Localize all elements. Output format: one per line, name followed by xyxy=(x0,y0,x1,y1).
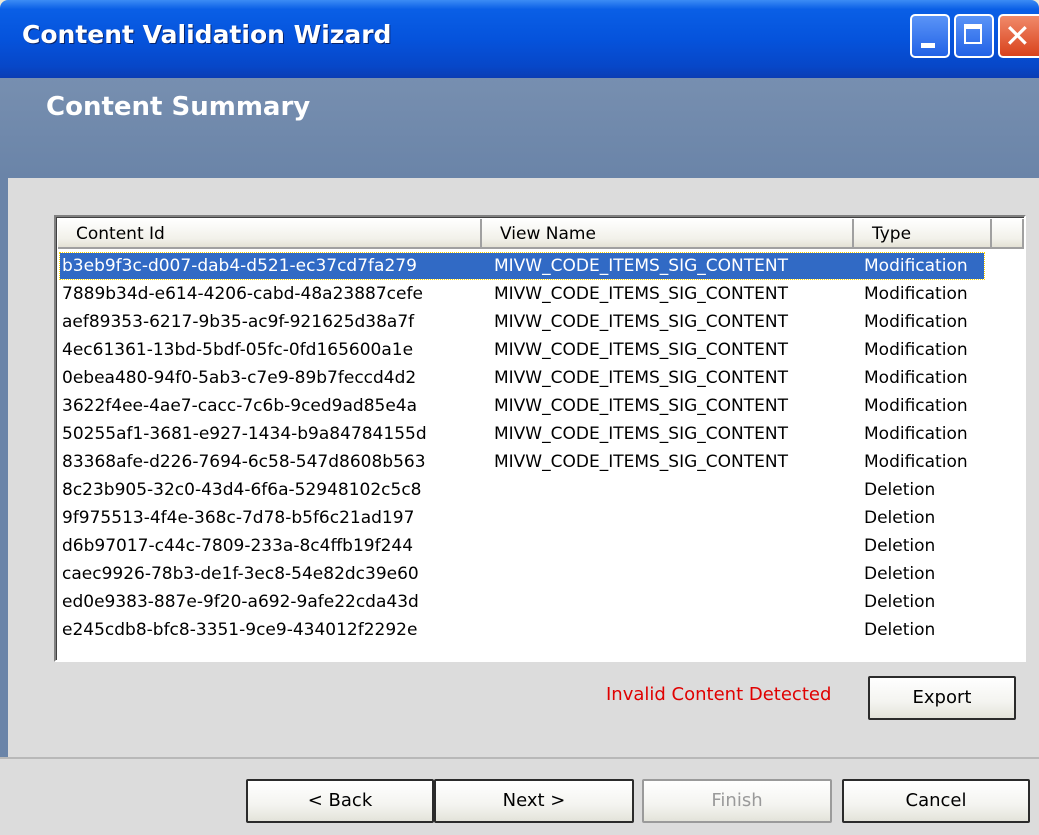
table-row[interactable]: 4ec61361-13bd-5bdf-05fc-0fd165600a1e MIVW… xyxy=(58,336,1024,364)
next-button[interactable]: Next > xyxy=(434,779,634,823)
list-header: Content Id View Name Type xyxy=(58,219,1024,249)
table-row[interactable]: b3eb9f3c-d007-dab4-d521-ec37cd7fa279 MIVW… xyxy=(58,252,1024,280)
view-name-cell: MIVW_CODE_ITEMS_SIG_CONTENT xyxy=(494,340,788,360)
view-name-cell: MIVW_CODE_ITEMS_SIG_CONTENT xyxy=(494,312,788,332)
type-cell: Modification xyxy=(864,284,968,304)
type-cell: Modification xyxy=(864,340,968,360)
table-row[interactable]: caec9926-78b3-de1f-3ec8-54e82dc39e60 Dele… xyxy=(58,560,1024,588)
type-cell: Modification xyxy=(864,368,968,388)
content-id-cell: aef89353-6217-9b35-ac9f-921625d38a7f xyxy=(62,312,415,332)
table-row[interactable]: 83368afe-d226-7694-6c58-547d8608b563 MIVW… xyxy=(58,448,1024,476)
export-button[interactable]: Export xyxy=(868,676,1016,720)
table-row[interactable]: 7889b34d-e614-4206-cabd-48a23887cefe MIVW… xyxy=(58,280,1024,308)
content-id-cell: 9f975513-4f4e-368c-7d78-b5f6c21ad197 xyxy=(62,508,415,528)
table-row[interactable]: 50255af1-3681-e927-1434-b9a84784155d MIVW… xyxy=(58,420,1024,448)
view-name-cell: MIVW_CODE_ITEMS_SIG_CONTENT xyxy=(494,452,788,472)
type-cell: Modification xyxy=(864,452,968,472)
type-cell: Deletion xyxy=(864,508,936,528)
type-cell: Modification xyxy=(864,396,968,416)
content-id-cell: caec9926-78b3-de1f-3ec8-54e82dc39e60 xyxy=(62,564,419,584)
window-title: Content Validation Wizard xyxy=(22,20,392,49)
type-cell: Deletion xyxy=(864,620,936,640)
finish-button[interactable]: Finish xyxy=(642,779,832,823)
type-cell: Deletion xyxy=(864,592,936,612)
page-title: Content Summary xyxy=(46,92,311,122)
table-row[interactable]: 0ebea480-94f0-5ab3-c7e9-89b7feccd4d2 MIVW… xyxy=(58,364,1024,392)
minimize-button[interactable] xyxy=(910,14,950,58)
column-header-type[interactable]: Type xyxy=(854,219,992,249)
close-icon: ✕ xyxy=(1004,17,1031,55)
table-row[interactable]: 8c23b905-32c0-43d4-6f6a-52948102c5c8 Dele… xyxy=(58,476,1024,504)
title-bar[interactable]: Content Validation Wizard ✕ xyxy=(0,0,1039,78)
view-name-cell: MIVW_CODE_ITEMS_SIG_CONTENT xyxy=(494,424,788,444)
table-row[interactable]: e245cdb8-bfc8-3351-9ce9-434012f2292e Dele… xyxy=(58,616,1024,644)
content-id-cell: ed0e9383-887e-9f20-a692-9afe22cda43d xyxy=(62,592,419,612)
type-cell: Modification xyxy=(864,312,968,332)
type-cell: Modification xyxy=(864,256,968,276)
table-row[interactable]: ed0e9383-887e-9f20-a692-9afe22cda43d Dele… xyxy=(58,588,1024,616)
invalid-content-message: Invalid Content Detected xyxy=(606,684,832,705)
content-list[interactable]: Content Id View Name Type b3eb9f3c-d007-… xyxy=(54,215,1026,662)
content-id-cell: 83368afe-d226-7694-6c58-547d8608b563 xyxy=(62,452,426,472)
table-row[interactable]: 9f975513-4f4e-368c-7d78-b5f6c21ad197 Dele… xyxy=(58,504,1024,532)
content-id-cell: 8c23b905-32c0-43d4-6f6a-52948102c5c8 xyxy=(62,480,422,500)
back-button[interactable]: < Back xyxy=(246,779,434,823)
view-name-cell: MIVW_CODE_ITEMS_SIG_CONTENT xyxy=(494,368,788,388)
cancel-button[interactable]: Cancel xyxy=(842,779,1030,823)
wizard-window: Content Validation Wizard ✕ Content Summ… xyxy=(0,0,1039,835)
view-name-cell: MIVW_CODE_ITEMS_SIG_CONTENT xyxy=(494,256,788,276)
maximize-icon xyxy=(964,24,982,44)
minimize-icon xyxy=(921,43,935,48)
table-row[interactable]: d6b97017-c44c-7809-233a-8c4ffb19f244 Dele… xyxy=(58,532,1024,560)
content-id-cell: b3eb9f3c-d007-dab4-d521-ec37cd7fa279 xyxy=(62,256,417,276)
view-name-cell: MIVW_CODE_ITEMS_SIG_CONTENT xyxy=(494,396,788,416)
table-row[interactable]: 3622f4ee-4ae7-cacc-7c6b-9ced9ad85e4a MIVW… xyxy=(58,392,1024,420)
type-cell: Deletion xyxy=(864,564,936,584)
table-row[interactable]: aef89353-6217-9b35-ac9f-921625d38a7f MIVW… xyxy=(58,308,1024,336)
wizard-footer: < Back Next > Finish Cancel xyxy=(0,757,1039,835)
type-cell: Deletion xyxy=(864,480,936,500)
content-id-cell: 4ec61361-13bd-5bdf-05fc-0fd165600a1e xyxy=(62,340,414,360)
close-button[interactable]: ✕ xyxy=(998,14,1039,58)
content-id-cell: d6b97017-c44c-7809-233a-8c4ffb19f244 xyxy=(62,536,414,556)
type-cell: Modification xyxy=(864,424,968,444)
content-id-cell: 0ebea480-94f0-5ab3-c7e9-89b7feccd4d2 xyxy=(62,368,417,388)
content-id-cell: e245cdb8-bfc8-3351-9ce9-434012f2292e xyxy=(62,620,418,640)
content-id-cell: 3622f4ee-4ae7-cacc-7c6b-9ced9ad85e4a xyxy=(62,396,418,416)
maximize-button[interactable] xyxy=(954,14,994,58)
content-id-cell: 50255af1-3681-e927-1434-b9a84784155d xyxy=(62,424,427,444)
type-cell: Deletion xyxy=(864,536,936,556)
column-header-content-id[interactable]: Content Id xyxy=(58,219,482,249)
column-header-filler xyxy=(992,219,1024,249)
column-header-view-name[interactable]: View Name xyxy=(482,219,854,249)
wizard-header: Content Summary xyxy=(0,78,1039,178)
content-panel: Content Id View Name Type b3eb9f3c-d007-… xyxy=(0,178,1039,757)
content-id-cell: 7889b34d-e614-4206-cabd-48a23887cefe xyxy=(62,284,423,304)
list-rows: b3eb9f3c-d007-dab4-d521-ec37cd7fa279 MIVW… xyxy=(58,252,1024,644)
view-name-cell: MIVW_CODE_ITEMS_SIG_CONTENT xyxy=(494,284,788,304)
